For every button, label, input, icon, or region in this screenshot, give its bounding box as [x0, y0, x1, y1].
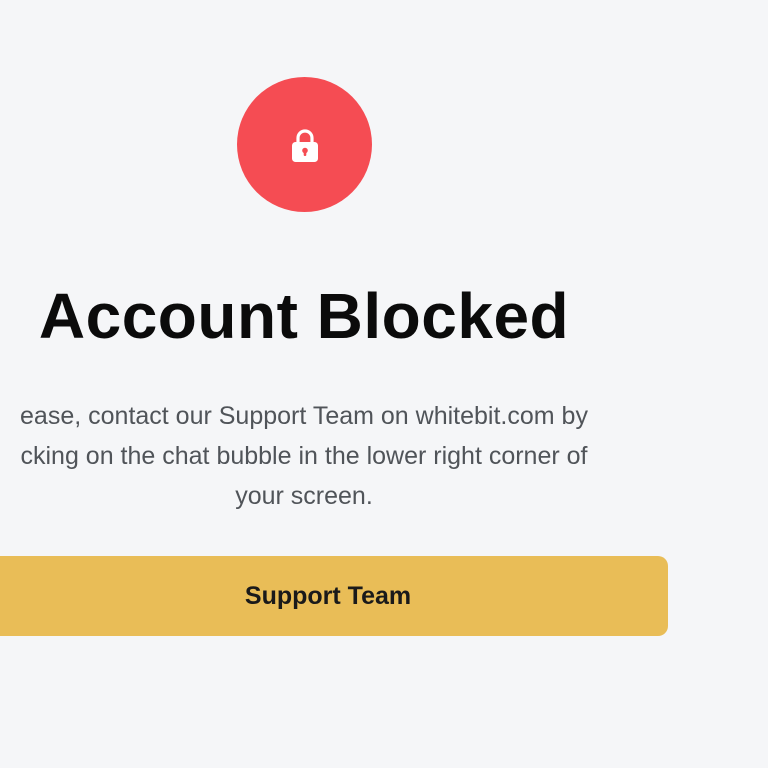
message-line: cking on the chat bubble in the lower ri…: [20, 442, 588, 470]
support-team-button-label: Support Team: [244, 581, 412, 610]
lock-icon: [291, 128, 318, 162]
blocked-account-page: Account Blocked ease, contact our Suppor…: [0, 0, 768, 768]
message-line: your screen.: [235, 482, 373, 510]
blocked-message: ease, contact our Support Team on whiteb…: [0, 396, 668, 516]
lock-badge: [237, 77, 372, 212]
page-title: Account Blocked: [38, 280, 570, 352]
support-team-button[interactable]: Support Team: [0, 556, 668, 636]
message-line: ease, contact our Support Team on whiteb…: [20, 402, 588, 430]
